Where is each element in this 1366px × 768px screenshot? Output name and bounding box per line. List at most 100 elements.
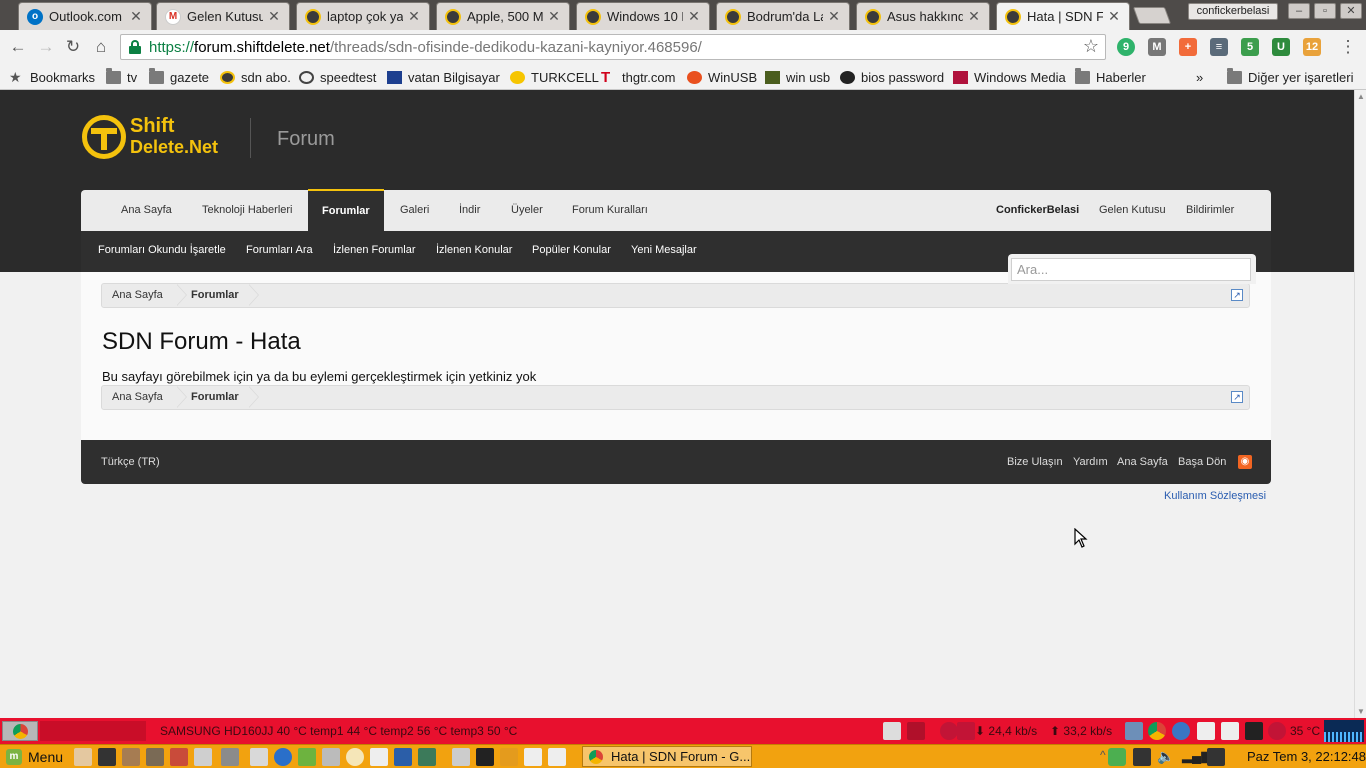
taskbar-window-chrome[interactable]: Hata | SDN Forum - G...: [582, 746, 752, 767]
search-input[interactable]: [1011, 258, 1251, 281]
colorful-extension-icon[interactable]: 12: [1303, 38, 1321, 56]
app-icon[interactable]: [418, 748, 436, 766]
phone-icon[interactable]: [346, 748, 364, 766]
bookmark-sdn[interactable]: sdn abo.: [220, 68, 291, 86]
bookmark-turkcell[interactable]: TURKCELL: [510, 68, 599, 86]
tab-bodrum[interactable]: Bodrum'da La ✕: [716, 2, 850, 30]
mail-icon[interactable]: [1221, 722, 1239, 740]
maximize-button[interactable]: ▫: [1314, 3, 1336, 19]
app-icon[interactable]: [394, 748, 412, 766]
app-icon[interactable]: [322, 748, 340, 766]
forward-arrow-icon[interactable]: →: [36, 37, 56, 57]
bookmark-speedtest[interactable]: speedtest: [299, 68, 376, 86]
reload-icon[interactable]: ↻: [63, 37, 83, 57]
site-logo[interactable]: Shift Delete.Net: [82, 114, 218, 160]
bookmark-thgtr[interactable]: Tthgtr.com: [601, 68, 675, 86]
launcher-icon[interactable]: [74, 748, 92, 766]
close-icon[interactable]: ✕: [1107, 8, 1121, 25]
bookmark-folder-gazete[interactable]: gazete: [149, 67, 209, 86]
close-icon[interactable]: ✕: [687, 8, 701, 25]
tab-sdn-error[interactable]: Hata | SDN Fo ✕: [996, 2, 1130, 30]
app-icon[interactable]: [146, 748, 164, 766]
new-tab-button[interactable]: [1132, 7, 1172, 24]
nav-forumlar[interactable]: Forumlar: [308, 189, 384, 231]
subnav-popular-threads[interactable]: Popüler Konular: [532, 244, 611, 256]
app-icon[interactable]: [524, 748, 542, 766]
close-icon[interactable]: ✕: [129, 8, 143, 25]
bookmark-folder-tv[interactable]: tv: [106, 67, 137, 86]
language-selector[interactable]: Türkçe (TR): [101, 456, 160, 468]
bookmark-folder-haberler[interactable]: Haberler: [1075, 67, 1146, 86]
drive-icon[interactable]: [221, 748, 239, 766]
jump-to-icon[interactable]: ↗: [1231, 391, 1243, 403]
breadcrumb-home[interactable]: Ana Sayfa: [112, 386, 163, 409]
app-icon[interactable]: [298, 748, 316, 766]
nav-gelen-kutusu[interactable]: Gelen Kutusu: [1099, 190, 1166, 231]
gmail-extension-icon[interactable]: M: [1148, 38, 1166, 56]
footer-link-top[interactable]: Başa Dön: [1178, 456, 1226, 468]
monitor-icon[interactable]: [1125, 722, 1143, 740]
tab-apple[interactable]: Apple, 500 Mil ✕: [436, 2, 570, 30]
image-viewer-icon[interactable]: [170, 748, 188, 766]
tab-outlook[interactable]: o Outlook.com - ✕: [18, 2, 152, 30]
footer-link-home[interactable]: Ana Sayfa: [1117, 456, 1168, 468]
subnav-watched-threads[interactable]: İzlenen Konular: [436, 244, 512, 256]
bookmarks-overflow-button[interactable]: »: [1196, 68, 1203, 86]
clock[interactable]: Paz Tem 3, 22:12:48: [1247, 749, 1366, 764]
minimize-button[interactable]: –: [1288, 3, 1310, 19]
back-arrow-icon[interactable]: ←: [8, 37, 28, 57]
lock-icon[interactable]: [907, 722, 925, 740]
workspace-3[interactable]: [110, 721, 146, 741]
equalizer-extension-icon[interactable]: ≡: [1210, 38, 1228, 56]
footer-link-help[interactable]: Yardım: [1073, 456, 1108, 468]
chrome-icon[interactable]: [1148, 722, 1166, 740]
bookmark-winusb-ask[interactable]: WinUSB: [687, 68, 757, 86]
close-icon[interactable]: ✕: [967, 8, 981, 25]
bookmark-vatan[interactable]: vatan Bilgisayar: [387, 68, 500, 86]
nav-username[interactable]: ConfickerBelasi: [996, 190, 1079, 231]
app-icon[interactable]: [500, 748, 518, 766]
nav-ana-sayfa[interactable]: Ana Sayfa: [121, 190, 172, 231]
profile-button[interactable]: confickerbelasi: [1188, 3, 1278, 20]
close-icon[interactable]: ✕: [407, 8, 421, 25]
tab-windows10[interactable]: Windows 10 K ✕: [576, 2, 710, 30]
terms-link[interactable]: Kullanım Sözleşmesi: [1164, 490, 1266, 502]
media-player-icon[interactable]: [98, 748, 116, 766]
mail-icon[interactable]: [1197, 722, 1215, 740]
subnav-search-forums[interactable]: Forumları Ara: [246, 244, 313, 256]
printer-icon[interactable]: [1245, 722, 1263, 740]
subnav-watched-forums[interactable]: İzlenen Forumlar: [333, 244, 416, 256]
workspace-1[interactable]: [40, 721, 76, 741]
shield-extension-icon[interactable]: 5: [1241, 38, 1259, 56]
subnav-mark-read[interactable]: Forumları Okundu İşaretle: [98, 244, 226, 256]
tab-laptop[interactable]: laptop çok yav ✕: [296, 2, 430, 30]
tool-icon[interactable]: [883, 722, 901, 740]
scroll-down-icon[interactable]: ▼: [1357, 707, 1365, 716]
close-icon[interactable]: ✕: [267, 8, 281, 25]
tab-gmail[interactable]: M Gelen Kutusu ✕: [156, 2, 290, 30]
nav-uyeler[interactable]: Üyeler: [511, 190, 543, 231]
address-bar[interactable]: https://forum.shiftdelete.net/threads/sd…: [120, 34, 1106, 60]
breadcrumb-forums[interactable]: Forumlar: [191, 386, 239, 409]
network-signal-icon[interactable]: ▂▄▆: [1182, 748, 1211, 766]
app-icon[interactable]: [548, 748, 566, 766]
url-text[interactable]: https://forum.shiftdelete.net/threads/sd…: [149, 39, 702, 56]
subnav-new-posts[interactable]: Yeni Mesajlar: [631, 244, 697, 256]
tab-asus[interactable]: Asus hakkında ✕: [856, 2, 990, 30]
terminal-icon[interactable]: [476, 748, 494, 766]
bookmark-bios[interactable]: bios password: [840, 68, 944, 86]
bookmark-apps[interactable]: ★ Bookmarks: [9, 68, 95, 86]
nav-galeri[interactable]: Galeri: [400, 190, 429, 231]
keyboard-icon[interactable]: [1133, 748, 1151, 766]
scroll-up-icon[interactable]: ▲: [1357, 92, 1365, 101]
chrome-window-thumbnail[interactable]: [2, 721, 38, 741]
mixer-icon[interactable]: [122, 748, 140, 766]
grammarly-extension-icon[interactable]: 9: [1117, 38, 1135, 56]
breadcrumb-forums[interactable]: Forumlar: [191, 284, 239, 307]
calculator-icon[interactable]: [250, 748, 268, 766]
plus-extension-icon[interactable]: +: [1179, 38, 1197, 56]
notes-icon[interactable]: [370, 748, 388, 766]
start-menu-button[interactable]: m Menu: [6, 748, 63, 766]
footer-link-contact[interactable]: Bize Ulaşın: [1007, 456, 1063, 468]
disk-icon[interactable]: [194, 748, 212, 766]
